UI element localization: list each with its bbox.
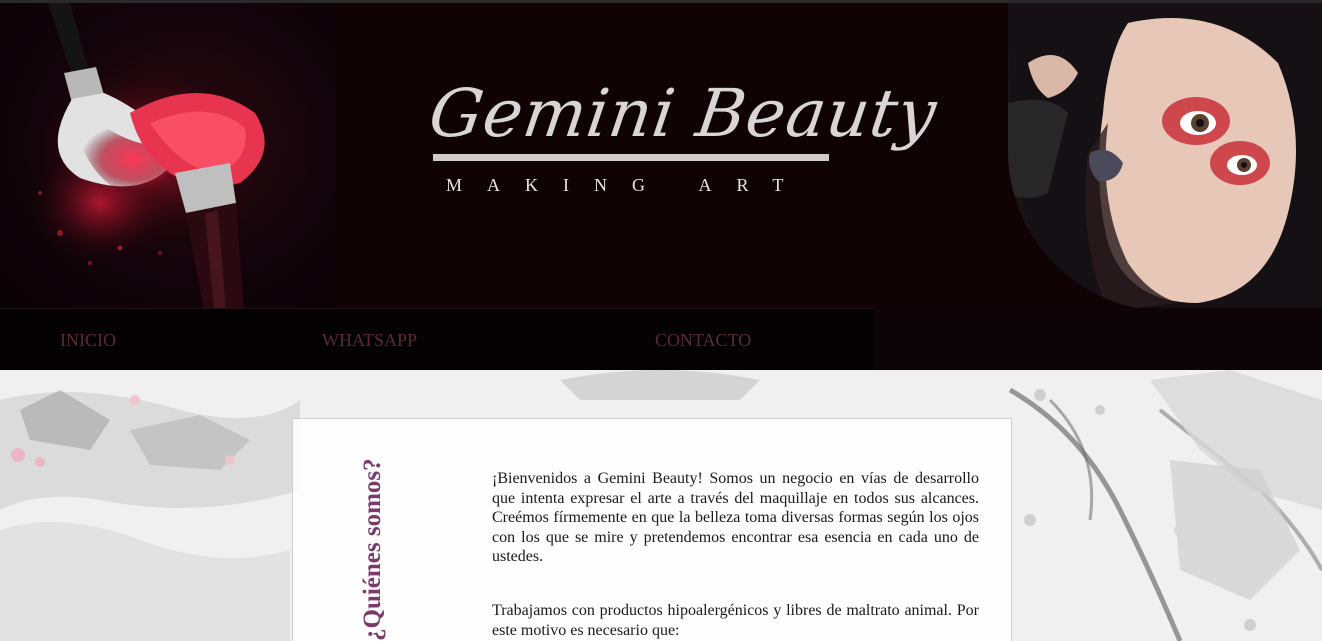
about-paragraph-1: ¡Bienvenidos a Gemini Beauty! Somos un n…	[492, 470, 979, 565]
about-heading: ¿Quiénes somos?	[359, 458, 386, 641]
makeup-brush-image	[0, 3, 336, 308]
nav-bar: INICIO WHATSAPP CONTACTO	[0, 308, 874, 370]
nav-item-inicio[interactable]: INICIO	[60, 330, 116, 351]
site-logo[interactable]: Gemini Beauty MAKING ART	[425, 75, 942, 205]
nav-item-whatsapp[interactable]: WHATSAPP	[322, 330, 417, 351]
about-paragraph-2: Trabajamos con productos hipoalergénicos…	[492, 602, 979, 639]
logo-underline	[433, 154, 829, 161]
site-header: Gemini Beauty MAKING ART	[0, 0, 1322, 308]
logo-title: Gemini Beauty	[424, 75, 942, 152]
logo-tagline: MAKING ART	[446, 175, 809, 195]
nav-item-contacto[interactable]: CONTACTO	[655, 330, 751, 351]
model-portrait-image	[1008, 3, 1322, 308]
main-navigation: INICIO WHATSAPP CONTACTO	[0, 308, 1322, 370]
